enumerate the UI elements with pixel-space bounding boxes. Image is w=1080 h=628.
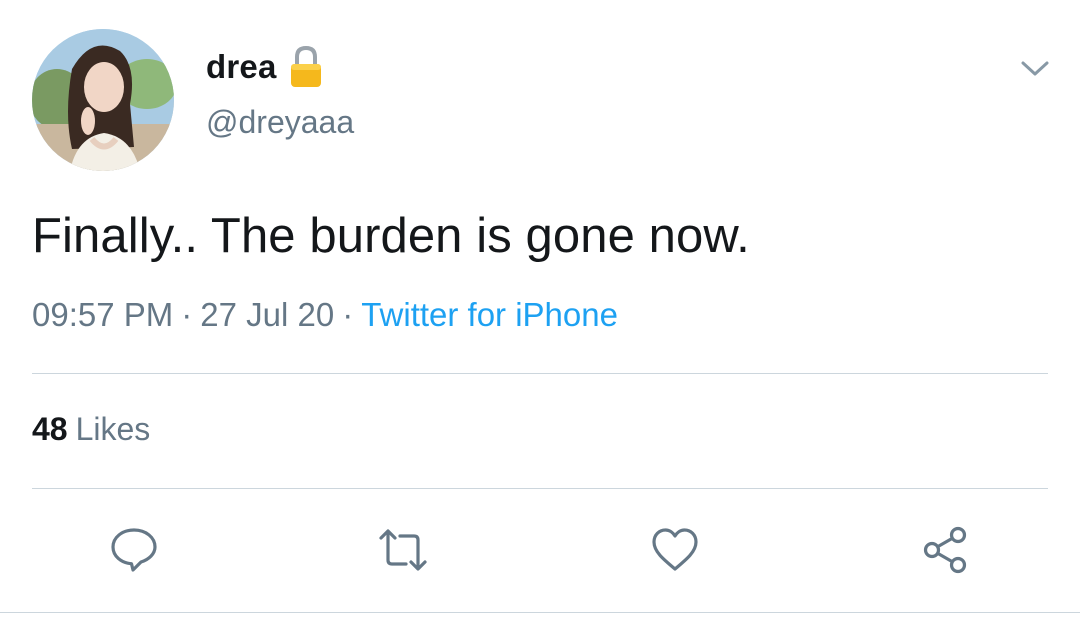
divider bbox=[32, 373, 1048, 374]
separator: · bbox=[342, 296, 354, 333]
handle[interactable]: @dreyaaa bbox=[206, 104, 354, 141]
retweet-button[interactable] bbox=[375, 522, 431, 578]
tweet-card: drea @dreyaaa Finally.. The burden is go… bbox=[0, 0, 1080, 628]
likes-stat[interactable]: 48 Likes bbox=[32, 411, 150, 448]
share-icon bbox=[923, 526, 967, 574]
tweet-meta: 09:57 PM · 27 Jul 20 · Twitter for iPhone bbox=[32, 296, 618, 334]
avatar[interactable] bbox=[32, 29, 174, 171]
likes-label: Likes bbox=[75, 411, 151, 447]
share-button[interactable] bbox=[917, 522, 973, 578]
chevron-down-icon[interactable] bbox=[1018, 56, 1052, 82]
author-row: drea bbox=[206, 44, 323, 90]
display-name[interactable]: drea bbox=[206, 48, 277, 86]
tweet-source-link[interactable]: Twitter for iPhone bbox=[361, 296, 618, 333]
tweet-date[interactable]: 27 Jul 20 bbox=[200, 296, 334, 333]
reply-icon bbox=[111, 528, 157, 572]
separator: · bbox=[181, 296, 193, 333]
avatar-image bbox=[32, 29, 174, 171]
lock-icon bbox=[289, 45, 323, 89]
divider bbox=[0, 612, 1080, 613]
retweet-icon bbox=[379, 529, 427, 571]
like-button[interactable] bbox=[647, 522, 703, 578]
likes-count: 48 bbox=[32, 411, 68, 447]
tweet-text: Finally.. The burden is gone now. bbox=[32, 209, 750, 263]
tweet-time: 09:57 PM bbox=[32, 296, 174, 333]
divider bbox=[32, 488, 1048, 489]
heart-icon bbox=[652, 528, 698, 571]
reply-button[interactable] bbox=[106, 522, 162, 578]
